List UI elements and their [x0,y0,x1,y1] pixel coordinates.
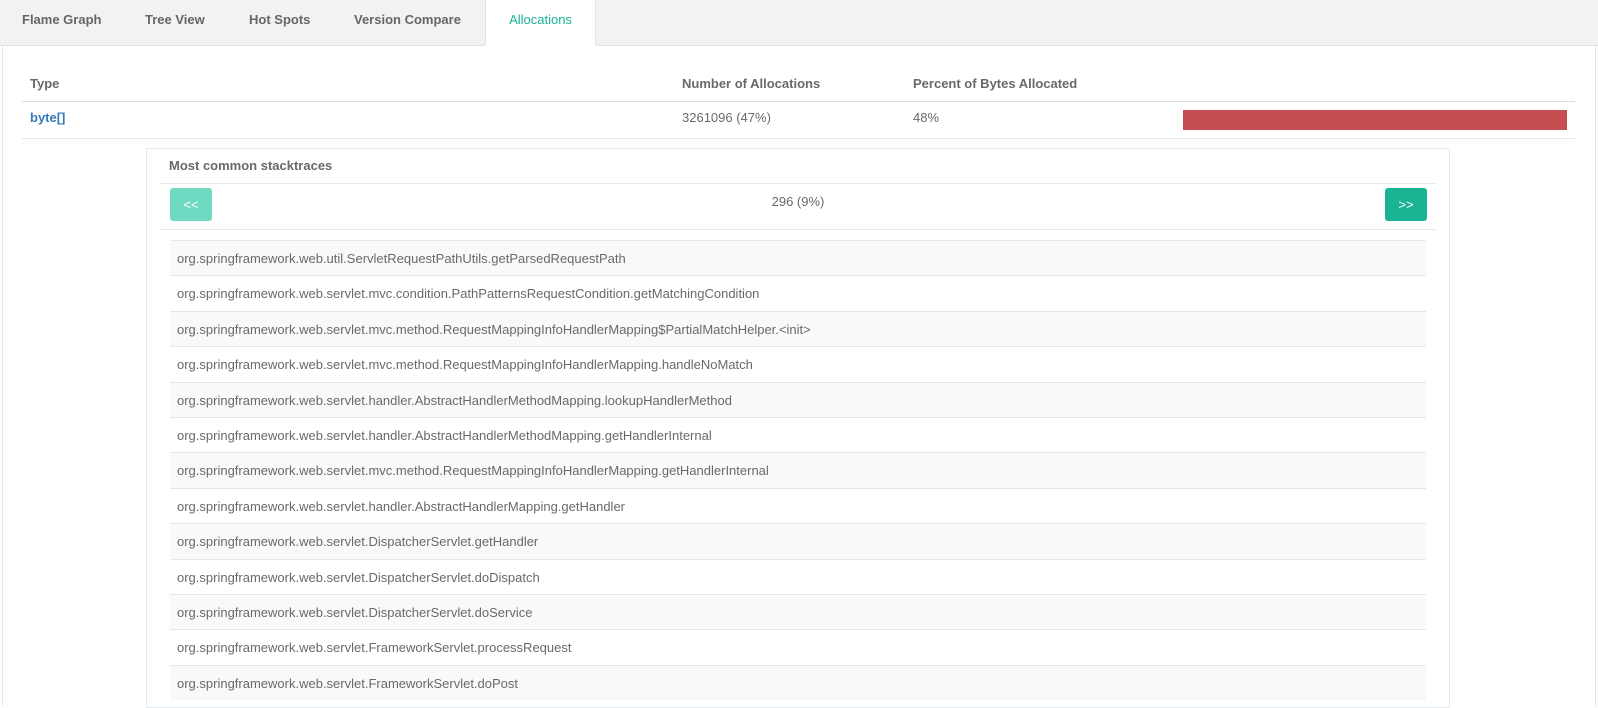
stack-frame: org.springframework.web.servlet.Dispatch… [170,593,1426,630]
allocation-count: 3261096 (47%) [682,110,771,125]
tab-bar: Flame Graph Tree View Hot Spots Version … [0,0,1598,47]
tab-hot-spots[interactable]: Hot Spots [249,0,310,46]
tab-tree-view[interactable]: Tree View [145,0,205,46]
tab-version-compare[interactable]: Version Compare [354,0,461,46]
stack-frame: org.springframework.web.servlet.Dispatch… [170,523,1426,559]
stack-frame: org.springframework.web.servlet.Dispatch… [170,558,1426,594]
next-stacktrace-button[interactable]: >> [1385,188,1427,221]
tab-flame-graph[interactable]: Flame Graph [22,0,101,46]
stack-frame: org.springframework.web.servlet.mvc.meth… [170,346,1426,382]
stacktraces-nav-divider [160,229,1436,230]
stack-frame: org.springframework.web.servlet.mvc.meth… [170,452,1426,488]
stacktraces-title: Most common stacktraces [169,158,333,173]
stack-frame: org.springframework.web.servlet.handler.… [170,416,1426,453]
stack-frame: org.springframework.web.servlet.mvc.meth… [170,310,1426,347]
column-header-percent-bytes: Percent of Bytes Allocated [913,76,1078,91]
stack-frame: org.springframework.web.servlet.Framewor… [170,629,1426,665]
column-header-number-of-allocations: Number of Allocations [682,76,821,91]
column-header-type: Type [30,76,60,91]
header-divider [22,101,1575,102]
type-link-byte-array[interactable]: byte[] [30,110,65,125]
row-divider [22,138,1575,139]
allocation-row-type: byte[] [30,110,65,125]
stack-frame: org.springframework.web.util.ServletRequ… [170,240,1426,276]
stacktraces-title-divider [160,183,1436,184]
percent-bar-fill [1183,110,1567,130]
stack-frame: org.springframework.web.servlet.handler.… [170,487,1426,524]
tab-allocations[interactable]: Allocations [485,0,596,47]
stack-frame-list: org.springframework.web.util.ServletRequ… [170,240,1426,701]
stacktrace-count: 296 (9%) [771,194,825,209]
percent-bar [1183,110,1567,130]
stack-frame: org.springframework.web.servlet.mvc.cond… [170,275,1426,311]
stack-frame: org.springframework.web.servlet.handler.… [170,381,1426,417]
previous-stacktrace-button[interactable]: << [170,188,212,221]
allocation-percent: 48% [913,110,940,125]
